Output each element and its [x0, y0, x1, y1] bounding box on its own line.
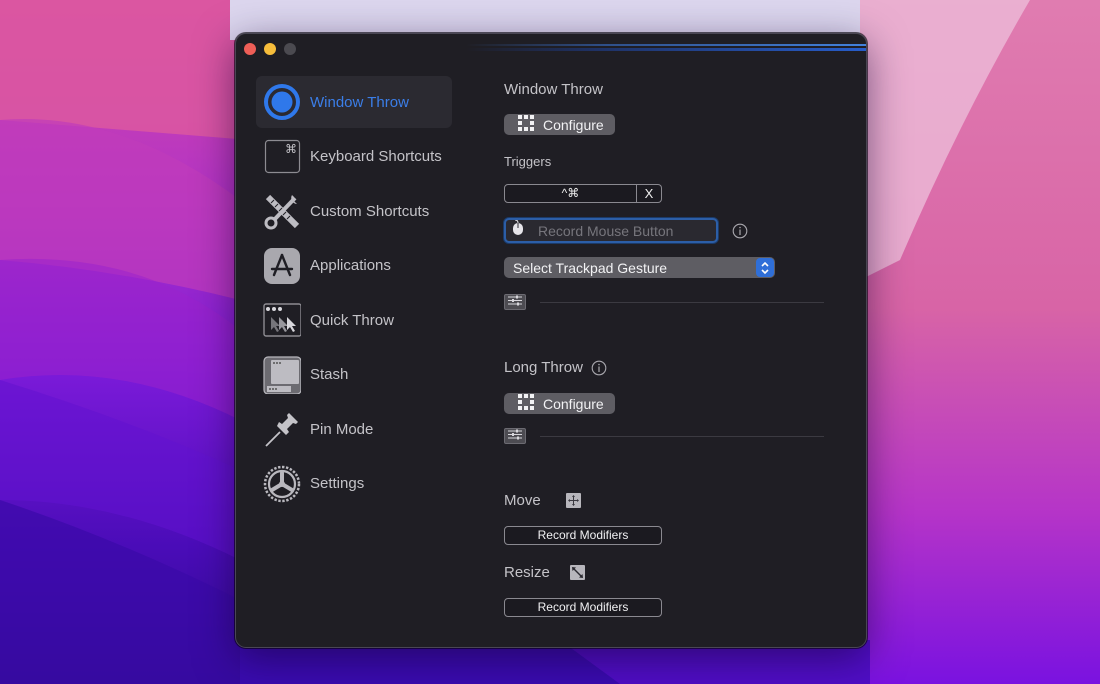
- resize-row: Resize: [504, 564, 585, 581]
- grid-icon: [518, 115, 534, 134]
- long-throw-advanced-row: [504, 428, 824, 444]
- app-window: Window Throw ⌘ Keyboard Shortcuts Custom…: [235, 33, 867, 648]
- sidebar-item-label: Keyboard Shortcuts: [310, 148, 442, 165]
- pushpin-icon: [263, 410, 301, 448]
- resize-label: Resize: [504, 564, 550, 581]
- quick-throw-icon: [263, 301, 301, 339]
- move-row: Move: [504, 492, 581, 509]
- maximize-button[interactable]: [284, 43, 296, 55]
- move-label: Move: [504, 492, 541, 509]
- clear-shortcut-button[interactable]: X: [637, 184, 662, 203]
- sidebar-item-settings[interactable]: Settings: [256, 458, 452, 510]
- sidebar-item-label: Pin Mode: [310, 420, 374, 438]
- info-icon[interactable]: [591, 360, 607, 376]
- sidebar-item-label: Stash: [310, 366, 349, 383]
- window-throw-icon: [263, 83, 301, 121]
- grid-icon: [518, 394, 534, 413]
- sidebar-item-window-throw[interactable]: Window Throw: [256, 76, 452, 128]
- window-throw-configure-button[interactable]: Configure: [504, 114, 615, 135]
- configure-label: Configure: [543, 395, 604, 412]
- sidebar-item-label: Window Throw: [310, 93, 409, 111]
- keyboard-trigger: ^⌘ X: [504, 184, 662, 203]
- resize-record-modifiers-button[interactable]: Record Modifiers: [504, 598, 662, 617]
- gear-icon: [263, 465, 301, 503]
- sidebar-item-stash[interactable]: Stash: [256, 349, 452, 401]
- trackpad-gesture-value: Select Trackpad Gesture: [513, 259, 668, 276]
- window-throw-advanced-row: [504, 294, 824, 310]
- sliders-icon: [508, 293, 522, 311]
- minimize-button[interactable]: [264, 43, 276, 55]
- long-throw-configure-button[interactable]: Configure: [504, 393, 615, 414]
- long-throw-header: Long Throw: [504, 359, 607, 376]
- tools-icon: [263, 192, 301, 230]
- sidebar-item-keyboard-shortcuts[interactable]: ⌘ Keyboard Shortcuts: [256, 131, 452, 183]
- divider: [540, 435, 824, 437]
- sidebar-item-label: Settings: [310, 475, 365, 492]
- title-bar-glow: [466, 43, 866, 53]
- configure-label: Configure: [543, 116, 604, 133]
- window-throw-settings-button[interactable]: [504, 294, 526, 310]
- sidebar-item-pin-mode[interactable]: Pin Mode: [256, 403, 452, 455]
- app-store-icon: [263, 247, 301, 285]
- trackpad-gesture-select[interactable]: Select Trackpad Gesture: [504, 257, 775, 278]
- stash-icon: [263, 355, 301, 394]
- command-key-icon: ⌘: [263, 138, 301, 176]
- mouse-icon: [512, 219, 524, 241]
- sidebar-item-label: Custom Shortcuts: [310, 202, 430, 220]
- sidebar-item-label: Quick Throw: [310, 311, 394, 329]
- sliders-icon: [508, 427, 522, 445]
- sidebar-item-custom-shortcuts[interactable]: Custom Shortcuts: [256, 185, 452, 237]
- info-icon[interactable]: [732, 223, 748, 239]
- close-button[interactable]: [244, 43, 256, 55]
- chevron-up-down-icon: [756, 258, 774, 277]
- sidebar-item-label: Applications: [310, 257, 391, 274]
- long-throw-title: Long Throw: [504, 359, 583, 376]
- sidebar-item-applications[interactable]: Applications: [256, 240, 452, 292]
- sidebar: Window Throw ⌘ Keyboard Shortcuts Custom…: [256, 76, 452, 512]
- triggers-label: Triggers: [504, 154, 552, 169]
- divider: [540, 301, 824, 303]
- resize-arrows-icon: [569, 565, 585, 580]
- record-mouse-placeholder: Record Mouse Button: [538, 222, 674, 239]
- long-throw-settings-button[interactable]: [504, 428, 526, 444]
- keyboard-shortcut-field[interactable]: ^⌘: [504, 184, 637, 203]
- record-mouse-button-field[interactable]: Record Mouse Button: [504, 218, 718, 243]
- window-throw-title: Window Throw: [504, 81, 603, 98]
- move-arrows-icon: [565, 493, 581, 508]
- title-bar: [236, 34, 866, 62]
- svg-text:⌘: ⌘: [285, 142, 297, 156]
- move-record-modifiers-button[interactable]: Record Modifiers: [504, 526, 662, 545]
- sidebar-item-quick-throw[interactable]: Quick Throw: [256, 294, 452, 346]
